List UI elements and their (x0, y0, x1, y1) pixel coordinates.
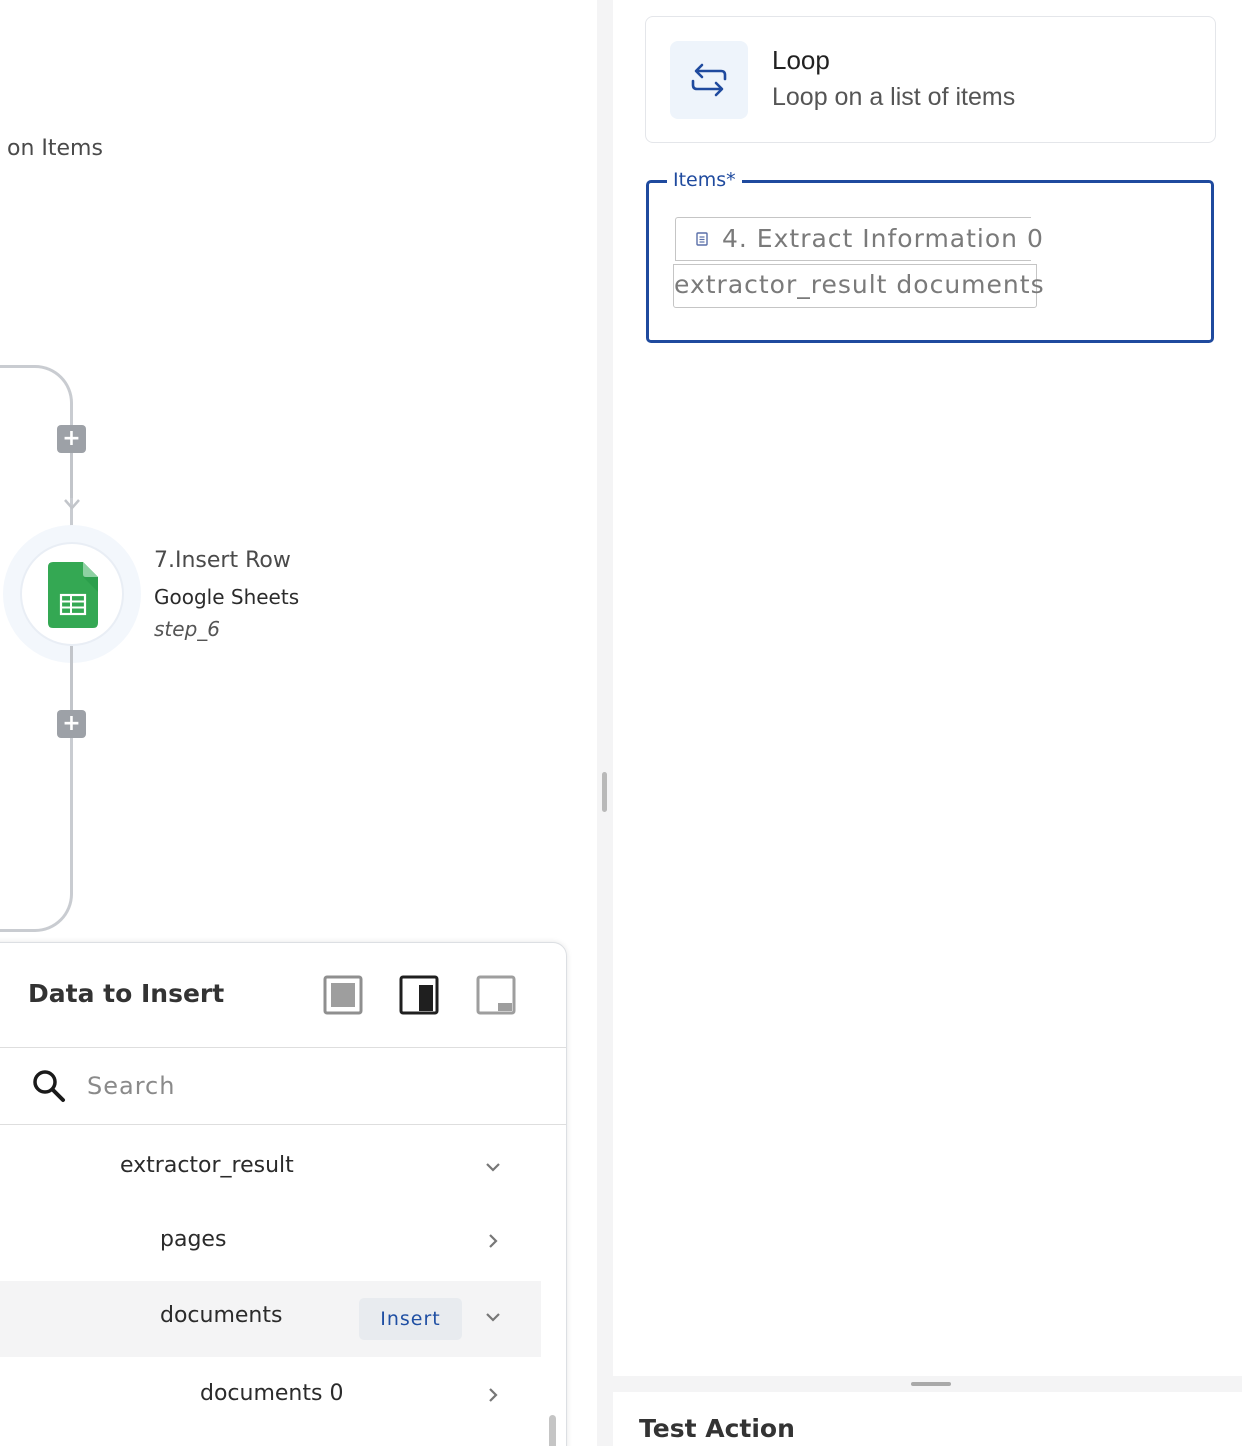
tree-item-extractor-result[interactable]: extractor_result (0, 1131, 541, 1207)
step-node-insert-row[interactable] (20, 542, 124, 646)
test-action-panel: Test Action (613, 1376, 1242, 1446)
items-field-label: Items* (667, 169, 742, 191)
step-title: 7.Insert Row (154, 548, 291, 573)
resize-handle[interactable] (911, 1382, 951, 1386)
action-title: Loop (772, 45, 830, 75)
loop-step-label: on Items (7, 136, 103, 161)
google-sheets-icon (48, 562, 98, 628)
tree-item-documents[interactable]: documents Insert (0, 1281, 541, 1357)
step-id: step_6 (154, 617, 220, 641)
chevron-right-icon[interactable] (483, 1385, 503, 1405)
loop-icon-container (670, 41, 748, 119)
tree-item-label: pages (160, 1227, 227, 1252)
insert-button[interactable]: Insert (359, 1298, 462, 1340)
panel-divider (597, 0, 613, 1446)
tree-item-documents-0[interactable]: documents 0 (0, 1359, 541, 1435)
tree-item-pages[interactable]: pages (0, 1205, 541, 1281)
step-app-name: Google Sheets (154, 585, 300, 609)
data-reference-chip[interactable]: 4. Extract Information 0 (675, 217, 1043, 261)
data-reference-chip-continuation[interactable]: extractor_result documents (673, 264, 1044, 308)
search-input[interactable] (87, 1064, 507, 1108)
test-action-title: Test Action (639, 1414, 795, 1443)
document-icon (696, 232, 708, 246)
chevron-down-icon[interactable] (483, 1307, 503, 1327)
step-config-panel: Loop Loop on a list of items Items* 4. E… (613, 0, 1242, 1376)
chip-data-path: extractor_result documents (674, 270, 1045, 299)
tree-item-label: extractor_result (120, 1153, 294, 1178)
view-mode-dock-icon[interactable] (399, 975, 439, 1015)
chevron-down-icon[interactable] (483, 1157, 503, 1177)
loop-arrows-icon (691, 63, 727, 97)
arrow-down-icon (64, 499, 80, 510)
data-to-insert-panel: Data to Insert extractor_result (0, 942, 567, 1446)
tree-item-label: documents (160, 1303, 283, 1328)
chevron-right-icon[interactable] (483, 1231, 503, 1251)
data-panel-title: Data to Insert (28, 979, 225, 1008)
resize-handle[interactable] (602, 772, 607, 812)
tree-item-label: documents 0 (200, 1381, 344, 1406)
connector-line (70, 646, 73, 710)
items-input-field[interactable]: Items* 4. Extract Information 0 extracto… (646, 169, 1214, 343)
view-mode-full-icon[interactable] (323, 975, 363, 1015)
chip-step-reference: 4. Extract Information 0 (722, 224, 1044, 253)
connector-line (70, 452, 73, 498)
flow-canvas[interactable]: on Items + 7.Insert Row Google Sheets st… (0, 0, 597, 1446)
scrollbar-thumb[interactable] (549, 1415, 556, 1446)
search-bar (0, 1047, 566, 1125)
view-mode-collapsed-icon[interactable] (476, 975, 516, 1015)
action-card[interactable]: Loop Loop on a list of items (645, 16, 1216, 143)
add-step-button[interactable]: + (57, 425, 86, 453)
action-subtitle: Loop on a list of items (772, 83, 1016, 111)
search-icon (33, 1070, 65, 1102)
add-step-button[interactable]: + (57, 710, 86, 738)
